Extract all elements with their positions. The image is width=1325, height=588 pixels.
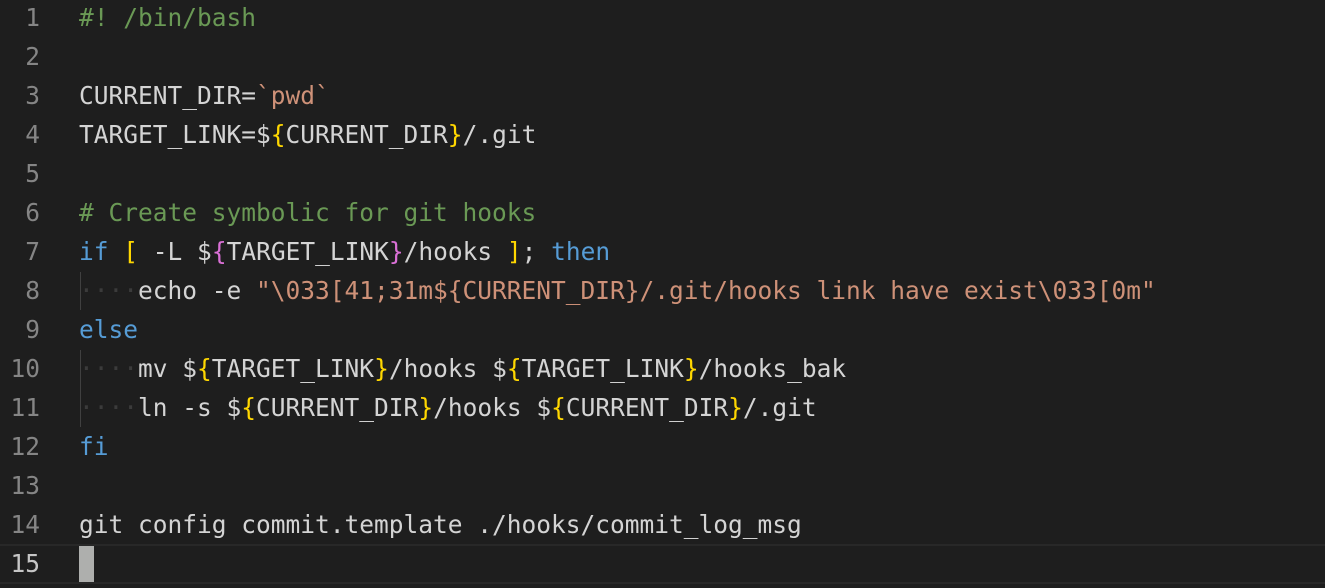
code-editor[interactable]: 1 #! /bin/bash 2 3 CURRENT_DIR=`pwd` 4 TARGET_… xyxy=(0,0,1325,588)
line-number: 10 xyxy=(10,354,40,383)
code-line[interactable]: 11 ····ln -s ${CURRENT_DIR}/hooks ${CURRE… xyxy=(0,388,1325,427)
code-line[interactable]: 6 # Create symbolic for git hooks xyxy=(0,193,1325,232)
code-token: if xyxy=(79,237,109,266)
line-number: 2 xyxy=(25,42,40,71)
code-line[interactable]: 3 CURRENT_DIR=`pwd` xyxy=(0,76,1325,115)
code-token: /hooks_bak xyxy=(698,354,847,383)
code-token: CURRENT_DIR xyxy=(285,120,448,149)
code-token: { xyxy=(241,393,257,422)
code-token: ln -s $ xyxy=(138,393,242,422)
code-line[interactable]: 13 xyxy=(0,466,1325,505)
line-number: 4 xyxy=(25,120,40,149)
code-token: { xyxy=(506,354,522,383)
code-token: { xyxy=(211,237,227,266)
code-token: TARGET_LINK=$ xyxy=(79,120,271,149)
line-number: 11 xyxy=(10,393,40,422)
code-text: #! /bin/bash xyxy=(79,0,256,37)
code-token: CURRENT_DIR xyxy=(256,393,419,422)
line-number: 6 xyxy=(25,198,40,227)
code-text: if [ -L ${TARGET_LINK}/hooks ]; then xyxy=(79,232,610,271)
code-token: else xyxy=(79,315,139,344)
code-line[interactable]: 7 if [ -L ${TARGET_LINK}/hooks ]; then xyxy=(0,232,1325,271)
code-line[interactable]: 5 xyxy=(0,154,1325,193)
code-text: fi xyxy=(79,427,109,466)
code-token: `pwd` xyxy=(256,81,330,110)
code-token: /.git xyxy=(742,393,817,422)
code-token: -L $ xyxy=(138,237,212,266)
code-token: fi xyxy=(79,432,109,461)
code-token: /hooks $ xyxy=(388,354,507,383)
line-number: 7 xyxy=(25,237,40,266)
code-text: # Create symbolic for git hooks xyxy=(79,193,536,232)
code-text: ····echo -e "\033[41;31m${CURRENT_DIR}/.… xyxy=(79,271,1156,310)
code-text: ····ln -s ${CURRENT_DIR}/hooks ${CURRENT… xyxy=(79,388,817,427)
code-token: } xyxy=(683,354,699,383)
line-number: 12 xyxy=(10,432,40,461)
code-token: ···· xyxy=(79,354,139,383)
code-token: } xyxy=(728,393,743,422)
code-token: # Create symbolic for git hooks xyxy=(79,198,537,227)
code-token: CURRENT_DIR= xyxy=(79,81,257,110)
code-token: TARGET_LINK xyxy=(521,354,684,383)
code-line[interactable]: 4 TARGET_LINK=${CURRENT_DIR}/.git xyxy=(0,115,1325,154)
code-text: git config commit.template ./hooks/commi… xyxy=(79,505,802,544)
line-number: 5 xyxy=(25,159,40,188)
code-text: ····mv ${TARGET_LINK}/hooks ${TARGET_LIN… xyxy=(79,349,846,388)
code-line[interactable]: 14 git config commit.template ./hooks/com… xyxy=(0,505,1325,544)
code-token: then xyxy=(551,237,611,266)
code-token: ] xyxy=(506,237,522,266)
code-line[interactable]: 2 xyxy=(0,37,1325,76)
code-text: TARGET_LINK=${CURRENT_DIR}/.git xyxy=(79,115,536,154)
code-token: ···· xyxy=(79,276,139,305)
code-token: /.git xyxy=(462,120,537,149)
code-line[interactable]: 10 ····mv ${TARGET_LINK}/hooks ${TARGET_L… xyxy=(0,349,1325,388)
code-token: { xyxy=(197,354,212,383)
code-token: TARGET_LINK xyxy=(226,237,389,266)
code-text: CURRENT_DIR=`pwd` xyxy=(79,76,330,115)
code-line[interactable]: 9 else xyxy=(0,310,1325,349)
code-token: ; xyxy=(521,237,552,266)
code-token: mv $ xyxy=(138,354,198,383)
code-token: } xyxy=(418,393,434,422)
code-token: /hooks $ xyxy=(433,393,552,422)
line-number: 15 xyxy=(10,549,40,578)
line-number: 13 xyxy=(10,471,40,500)
code-token: /hooks xyxy=(403,237,507,266)
code-token: } xyxy=(388,237,404,266)
code-token: "\033[41;31m${CURRENT_DIR}/.git/hooks li… xyxy=(256,276,1156,305)
code-line[interactable]: 1 #! /bin/bash xyxy=(0,0,1325,37)
line-number: 3 xyxy=(25,81,40,110)
code-token: #! /bin/bash xyxy=(79,3,257,32)
code-line[interactable]: 15 xyxy=(0,544,1325,584)
code-text: else xyxy=(79,310,138,349)
code-token: } xyxy=(447,120,463,149)
code-token: } xyxy=(374,354,389,383)
line-number: 8 xyxy=(25,276,40,305)
code-token: echo -e xyxy=(138,276,257,305)
line-number: 14 xyxy=(10,510,40,539)
code-token: { xyxy=(270,120,286,149)
code-token: CURRENT_DIR xyxy=(565,393,729,422)
code-line[interactable]: 8 ····echo -e "\033[41;31m${CURRENT_DIR}/… xyxy=(0,271,1325,310)
code-token: TARGET_LINK xyxy=(211,354,375,383)
code-token: git config commit.template ./hooks/commi… xyxy=(79,510,802,539)
line-number: 1 xyxy=(25,3,40,32)
line-number: 9 xyxy=(25,315,40,344)
code-line[interactable]: 12 fi xyxy=(0,427,1325,466)
code-token: [ xyxy=(123,237,139,266)
code-token: { xyxy=(551,393,566,422)
code-token: ···· xyxy=(79,393,139,422)
